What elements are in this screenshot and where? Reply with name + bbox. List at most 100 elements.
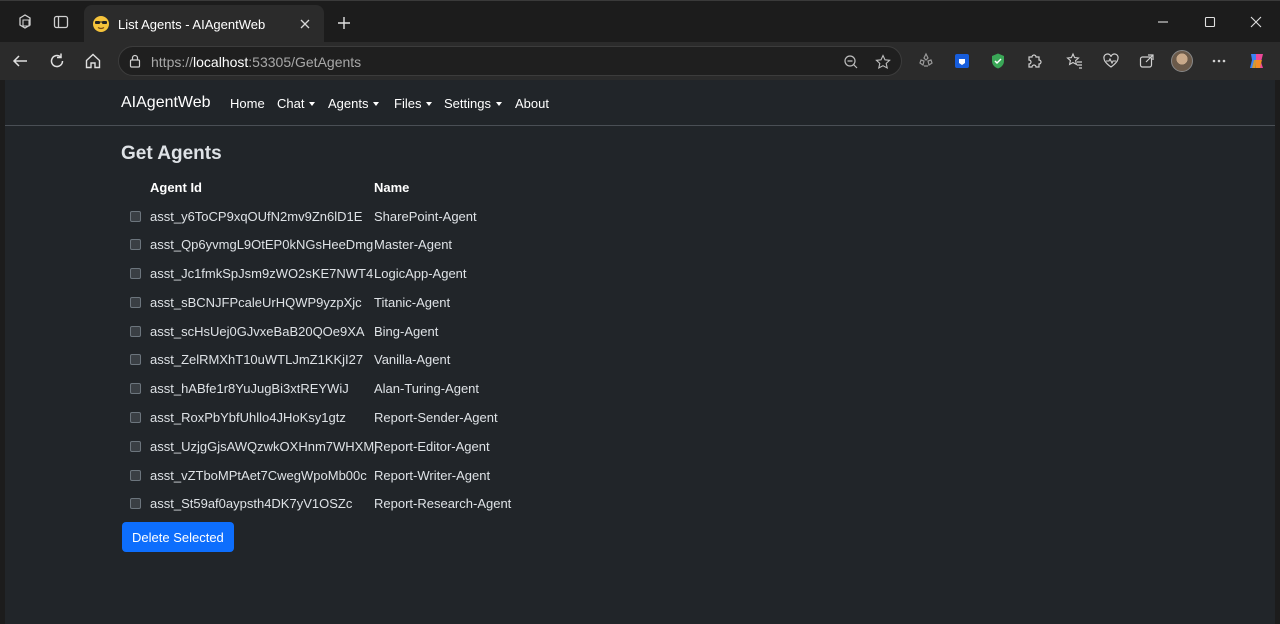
delete-selected-button[interactable]: Delete Selected: [122, 522, 234, 552]
agent-name-cell: LogicApp-Agent: [374, 266, 467, 281]
agent-name-cell: Alan-Turing-Agent: [374, 381, 480, 396]
agent-id-cell: asst_Jc1fmkSpJsm9zWO2sKE7NWT4: [150, 266, 374, 281]
nav-label: Agents: [328, 96, 369, 111]
row-checkbox[interactable]: [130, 297, 141, 308]
caret-down-icon: [426, 101, 433, 106]
table-row: asst_St59af0aypsth4DK7yV1OSZc Report-Res…: [121, 496, 541, 524]
row-checkbox[interactable]: [130, 470, 141, 481]
agent-id-cell: asst_ZelRMXhT10uWTLJmZ1KKjI27: [150, 352, 364, 367]
nav-files-dropdown[interactable]: Files: [394, 96, 433, 111]
table-row: asst_UzjgGjsAWQzwkOXHnm7WHXMj Report-Edi…: [121, 439, 541, 467]
url-text[interactable]: https://localhost:53305/GetAgents: [151, 54, 361, 70]
zoom-out-icon[interactable]: [840, 51, 862, 73]
nav-about[interactable]: About: [515, 96, 549, 111]
table-row: asst_Qp6yvmgL9OtEP0kNGsHeeDmg Master-Age…: [121, 237, 541, 265]
caret-down-icon: [373, 101, 380, 106]
url-host: localhost: [193, 54, 249, 70]
favorite-star-icon[interactable]: [872, 51, 894, 73]
table-row: asst_y6ToCP9xqOUfN2mv9Zn6lD1E SharePoint…: [121, 209, 541, 237]
sunglasses-emoji-icon: [92, 15, 110, 33]
agent-id-cell: asst_scHsUej0GJvxeBaB20QOe9XA: [150, 324, 365, 339]
minimize-icon[interactable]: [1140, 1, 1186, 43]
table-row: asst_ZelRMXhT10uWTLJmZ1KKjI27 Vanilla-Ag…: [121, 352, 541, 380]
web-page: AIAgentWeb Home Chat Agents Files Settin…: [5, 80, 1275, 624]
nav-agents-dropdown[interactable]: Agents: [328, 96, 380, 111]
agent-name-cell: Bing-Agent: [374, 324, 439, 339]
agent-name-cell: Report-Writer-Agent: [374, 468, 491, 483]
row-checkbox[interactable]: [130, 239, 141, 250]
nav-label: Files: [394, 96, 422, 111]
workspaces-icon[interactable]: [8, 1, 42, 43]
caret-down-icon: [309, 101, 316, 106]
agent-id-cell: asst_vZTboMPtAet7CwegWpoMb00c: [150, 468, 367, 483]
agent-name-cell: Report-Research-Agent: [374, 496, 512, 511]
agent-name-cell: Report-Sender-Agent: [374, 410, 498, 425]
agent-name-cell: Titanic-Agent: [374, 295, 451, 310]
share-icon[interactable]: [1133, 47, 1161, 75]
url-path: :53305/GetAgents: [248, 54, 362, 70]
agent-name-cell: Vanilla-Agent: [374, 352, 451, 367]
maximize-icon[interactable]: [1187, 1, 1233, 43]
agent-id-cell: asst_St59af0aypsth4DK7yV1OSZc: [150, 496, 353, 511]
nav-label: Settings: [444, 96, 491, 111]
tab-title: List Agents - AIAgentWeb: [118, 16, 266, 32]
nav-label: Chat: [277, 96, 305, 111]
browser-essentials-icon[interactable]: [1097, 47, 1125, 75]
row-checkbox[interactable]: [130, 268, 141, 279]
row-checkbox[interactable]: [130, 354, 141, 365]
home-icon[interactable]: [77, 45, 109, 77]
table-row: asst_scHsUej0GJvxeBaB20QOe9XA Bing-Agent: [121, 324, 541, 352]
browser-tab-bar: List Agents - AIAgentWeb: [0, 0, 1280, 43]
agent-name-cell: Report-Editor-Agent: [374, 439, 490, 454]
nav-chat-dropdown[interactable]: Chat: [277, 96, 316, 111]
agent-id-cell: asst_Qp6yvmgL9OtEP0kNGsHeeDmg: [150, 237, 374, 252]
password-manager-extension-icon[interactable]: [948, 47, 976, 75]
refresh-icon[interactable]: [41, 45, 73, 77]
close-window-icon[interactable]: [1233, 1, 1279, 43]
table-row: asst_RoxPbYbfUhllo4JHoKsy1gtz Report-Sen…: [121, 410, 541, 438]
copilot-icon[interactable]: [1243, 47, 1271, 75]
vertical-tabs-icon[interactable]: [44, 1, 78, 43]
row-checkbox[interactable]: [130, 498, 141, 509]
browser-toolbar: https://localhost:53305/GetAgents: [0, 42, 1280, 80]
nav-label: About: [515, 96, 549, 111]
nav-home[interactable]: Home: [230, 96, 265, 111]
address-bar[interactable]: https://localhost:53305/GetAgents: [118, 46, 902, 76]
close-tab-icon[interactable]: [296, 15, 314, 33]
row-checkbox[interactable]: [130, 326, 141, 337]
agent-id-cell: asst_y6ToCP9xqOUfN2mv9Zn6lD1E: [150, 209, 363, 224]
active-tab[interactable]: List Agents - AIAgentWeb: [84, 5, 324, 43]
table-row: asst_hABfe1r8YuJugBi3xtREYWiJ Alan-Turin…: [121, 381, 541, 409]
agent-id-cell: asst_UzjgGjsAWQzwkOXHnm7WHXMj: [150, 439, 378, 454]
column-header-agent-id: Agent Id: [150, 180, 202, 195]
back-arrow-icon[interactable]: [4, 45, 36, 77]
agent-name-cell: Master-Agent: [374, 237, 453, 252]
column-header-name: Name: [374, 180, 410, 195]
row-checkbox[interactable]: [130, 211, 141, 222]
row-checkbox[interactable]: [130, 383, 141, 394]
nav-label: Home: [230, 96, 265, 111]
agent-id-cell: asst_RoxPbYbfUhllo4JHoKsy1gtz: [150, 410, 346, 425]
url-scheme: https://: [151, 54, 194, 70]
row-checkbox[interactable]: [130, 412, 141, 423]
shield-extension-icon[interactable]: [984, 47, 1012, 75]
new-tab-icon[interactable]: [330, 9, 358, 37]
site-navbar: AIAgentWeb Home Chat Agents Files Settin…: [5, 80, 1275, 126]
table-row: asst_Jc1fmkSpJsm9zWO2sKE7NWT4 LogicApp-A…: [121, 266, 541, 294]
agent-id-cell: asst_sBCNJFPcaleUrHQWP9yzpXjc: [150, 295, 362, 310]
site-brand[interactable]: AIAgentWeb: [121, 94, 211, 112]
agent-name-cell: SharePoint-Agent: [374, 209, 477, 224]
row-checkbox[interactable]: [130, 441, 141, 452]
performance-icon[interactable]: [912, 47, 940, 75]
profile-avatar[interactable]: [1171, 50, 1193, 72]
table-row: asst_sBCNJFPcaleUrHQWP9yzpXjc Titanic-Ag…: [121, 295, 541, 323]
nav-settings-dropdown[interactable]: Settings: [444, 96, 502, 111]
lock-icon[interactable]: [127, 53, 143, 69]
caret-down-icon: [495, 101, 502, 106]
window-border-right: [1275, 80, 1280, 624]
more-options-icon[interactable]: [1205, 47, 1233, 75]
favorites-icon[interactable]: [1061, 47, 1089, 75]
page-title: Get Agents: [121, 143, 222, 164]
table-row: asst_vZTboMPtAet7CwegWpoMb00c Report-Wri…: [121, 468, 541, 496]
extensions-puzzle-icon[interactable]: [1020, 47, 1048, 75]
